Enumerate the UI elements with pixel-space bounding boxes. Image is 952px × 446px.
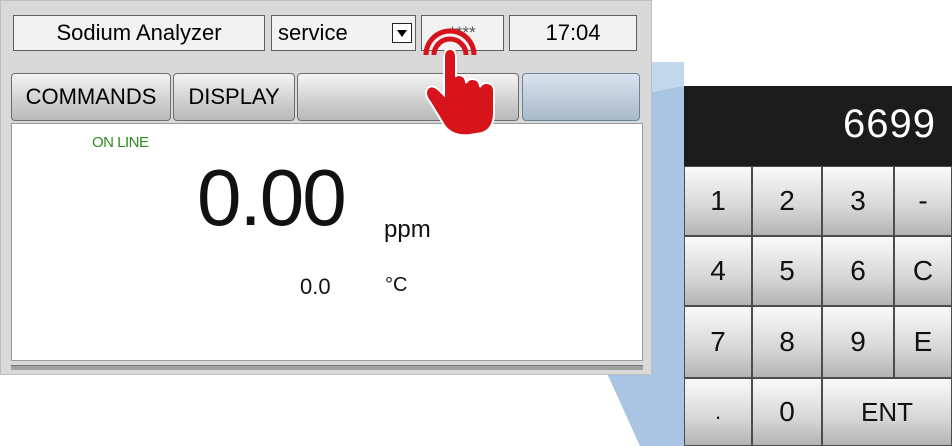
key-decimal[interactable]: . xyxy=(684,378,752,446)
clock-field: 17:04 xyxy=(509,15,637,51)
app-title: Sodium Analyzer xyxy=(56,20,222,45)
key-2[interactable]: 2 xyxy=(752,166,822,236)
key-0[interactable]: 0 xyxy=(752,378,822,446)
key-clear[interactable]: C xyxy=(894,236,952,306)
measurement-value: 0.00 xyxy=(197,153,347,242)
key-8[interactable]: 8 xyxy=(752,306,822,378)
key-9[interactable]: 9 xyxy=(822,306,894,378)
app-title-field: Sodium Analyzer xyxy=(13,15,265,51)
commands-label: COMMANDS xyxy=(25,84,157,109)
mode-select[interactable]: service xyxy=(271,15,416,51)
measurement-display: ON LINE 0.00 ppm 0.0 °C xyxy=(11,123,643,361)
status-label: ON LINE xyxy=(92,134,149,151)
mode-value: service xyxy=(278,20,348,45)
display-button[interactable]: DISPLAY xyxy=(173,73,295,121)
analyzer-panel: Sodium Analyzer service **** 17:04 COMMA… xyxy=(0,0,652,375)
measurement-unit: ppm xyxy=(384,216,431,243)
key-exponent[interactable]: E xyxy=(894,306,952,378)
key-4[interactable]: 4 xyxy=(684,236,752,306)
bottom-divider xyxy=(11,365,643,370)
key-1[interactable]: 1 xyxy=(684,166,752,236)
display-label: DISPLAY xyxy=(188,84,280,109)
temperature-value: 0.0 xyxy=(300,274,331,299)
key-6[interactable]: 6 xyxy=(822,236,894,306)
temperature-unit: °C xyxy=(385,274,408,296)
chevron-down-icon[interactable] xyxy=(392,23,412,43)
key-7[interactable]: 7 xyxy=(684,306,752,378)
key-3[interactable]: 3 xyxy=(822,166,894,236)
tap-hand-icon xyxy=(423,28,495,137)
keypad-display-value: 6699 xyxy=(843,102,936,146)
blank-button-2[interactable] xyxy=(522,73,640,121)
key-minus[interactable]: - xyxy=(894,166,952,236)
keypad: 6699 1 2 3 - 4 5 6 C 7 8 9 E . 0 ENT xyxy=(684,86,952,446)
key-5[interactable]: 5 xyxy=(752,236,822,306)
clock-time: 17:04 xyxy=(545,20,601,45)
key-enter[interactable]: ENT xyxy=(822,378,952,446)
commands-button[interactable]: COMMANDS xyxy=(11,73,171,121)
